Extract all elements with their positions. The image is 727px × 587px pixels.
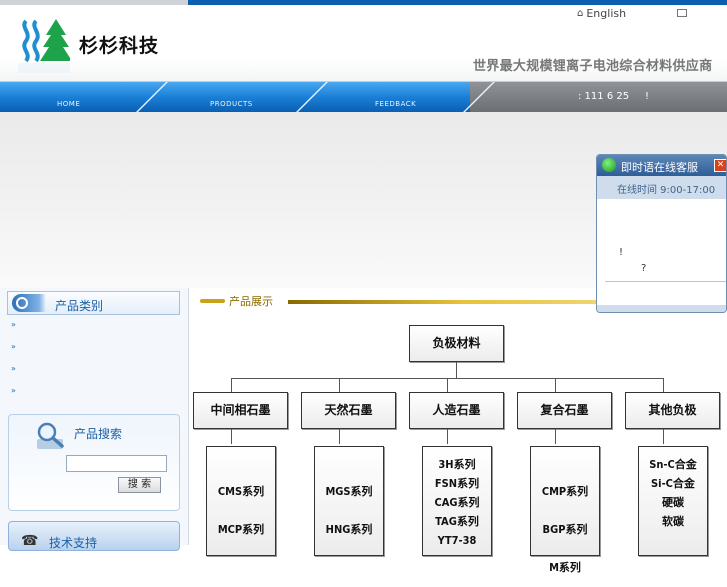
slogan: 世界最大规模锂离子电池综合材料供应商: [473, 59, 713, 74]
tree-leaf-item[interactable]: MCP系列: [207, 511, 275, 549]
products-title: 产品展示: [229, 295, 273, 308]
chat-message: !: [619, 247, 624, 258]
bullet-icon[interactable]: »: [11, 342, 16, 351]
tree-connector: [456, 362, 457, 378]
main-content: 产品展示 负极材料 中间相石墨 CMS系列 MCP系列 天然石墨 MGS系列 HNG系列 人造…: [190, 288, 727, 574]
tree-branch: 复合石墨: [517, 392, 612, 429]
magnifier-icon: [37, 422, 64, 449]
tree-leaf-item[interactable]: MGS系列: [315, 473, 383, 511]
tree-connector: [231, 429, 232, 444]
tree-connector: [663, 429, 664, 444]
notice-mark: !: [645, 91, 650, 102]
tree-branch: 天然石墨: [301, 392, 396, 429]
bullet-icon[interactable]: »: [11, 364, 16, 373]
tree-leaf-item[interactable]: BGP系列: [531, 511, 599, 549]
tech-support-title: 技术支持: [49, 536, 98, 550]
tech-support-panel[interactable]: ☎ 技术支持: [8, 521, 180, 551]
categories-title: 产品类别: [55, 299, 104, 313]
header-bar: [200, 299, 225, 303]
nav-home[interactable]: HOME: [57, 100, 80, 108]
header: 杉杉科技 ⌂ English 世界最大规模锂离子电池综合材料供应商: [0, 5, 727, 82]
tree-leaf: CMP系列 BGP系列 M系列: [530, 446, 600, 574]
company-name: 杉杉科技: [79, 35, 160, 57]
tree-leaf-item[interactable]: TAG系列: [423, 512, 491, 531]
nav-feedback[interactable]: FEEDBACK: [375, 100, 416, 108]
nav-products[interactable]: PRODUCTS: [210, 100, 253, 108]
tree-leaf-item[interactable]: CAG系列: [423, 493, 491, 512]
mail-icon[interactable]: [677, 9, 687, 17]
tree-leaf-item[interactable]: M系列: [531, 549, 599, 587]
search-button[interactable]: 搜 索: [118, 477, 161, 493]
bullet-icon[interactable]: »: [11, 320, 16, 329]
tree-leaf: 3H系列 FSN系列 CAG系列 TAG系列 YT7-38: [422, 446, 492, 556]
tree-connector: [447, 429, 448, 444]
tree-leaf-item[interactable]: 3H系列: [423, 455, 491, 474]
tree-leaf-item[interactable]: Si-C合金: [639, 474, 707, 493]
tree-leaf-item[interactable]: CMP系列: [531, 473, 599, 511]
chat-message: ?: [641, 263, 647, 274]
chat-hours: 在线时间 9:00-17:00: [597, 176, 726, 199]
tree-branch: 其他负极: [625, 392, 720, 429]
chat-popup[interactable]: 即时语在线客服 ✕ 在线时间 9:00-17:00 ! ?: [596, 154, 727, 313]
chat-icon: [602, 158, 616, 172]
tree-leaf: Sn-C合金 Si-C合金 硬碳 软碳: [638, 446, 708, 556]
tree-connector: [339, 429, 340, 444]
tree-leaf-item[interactable]: FSN系列: [423, 474, 491, 493]
target-icon: [12, 294, 46, 312]
logo-icon[interactable]: [18, 17, 70, 73]
home-icon: ⌂: [577, 8, 584, 19]
bullet-icon[interactable]: »: [11, 386, 16, 395]
categories-header: 产品类别: [7, 291, 180, 315]
tree-leaf: MGS系列 HNG系列: [314, 446, 384, 556]
tree-leaf-item[interactable]: YT7-38: [423, 531, 491, 550]
english-link[interactable]: ⌂ English: [577, 7, 626, 20]
sidebar: 产品类别 » » » » 产品搜索 搜 索 ☎ 技术支持: [0, 288, 189, 551]
product-search-panel: 产品搜索 搜 索: [8, 414, 180, 511]
search-input[interactable]: [66, 455, 167, 472]
tree-leaf-item[interactable]: 硬碳: [639, 493, 707, 512]
chat-divider: [605, 281, 726, 282]
tree-branch: 中间相石墨: [193, 392, 288, 429]
tree-leaf-item[interactable]: 软碳: [639, 512, 707, 531]
tree-connector: [339, 378, 340, 392]
chat-title: 即时语在线客服: [621, 161, 698, 174]
tree-leaf: CMS系列 MCP系列: [206, 446, 276, 556]
main-nav: HOME PRODUCTS FEEDBACK : 111 6 25 !: [0, 82, 727, 112]
chat-footer: [597, 305, 726, 312]
close-icon[interactable]: ✕: [714, 159, 726, 172]
tree-leaf-item[interactable]: Sn-C合金: [639, 455, 707, 474]
phone-icon: ☎: [21, 533, 39, 549]
tree-root: 负极材料: [409, 325, 504, 362]
tree-branch: 人造石墨: [409, 392, 504, 429]
chat-titlebar[interactable]: 即时语在线客服 ✕: [597, 155, 726, 176]
tree-connector: [555, 378, 556, 392]
search-title: 产品搜索: [74, 427, 123, 441]
tree-connector: [447, 378, 448, 392]
tree-connector: [555, 429, 556, 444]
tree-leaf-item[interactable]: HNG系列: [315, 511, 383, 549]
tree-connector: [231, 378, 232, 392]
tree-connector: [663, 378, 664, 392]
english-link-label: English: [586, 7, 627, 20]
tree-leaf-item[interactable]: CMS系列: [207, 473, 275, 511]
notice-text: : 111 6 25: [578, 91, 630, 102]
